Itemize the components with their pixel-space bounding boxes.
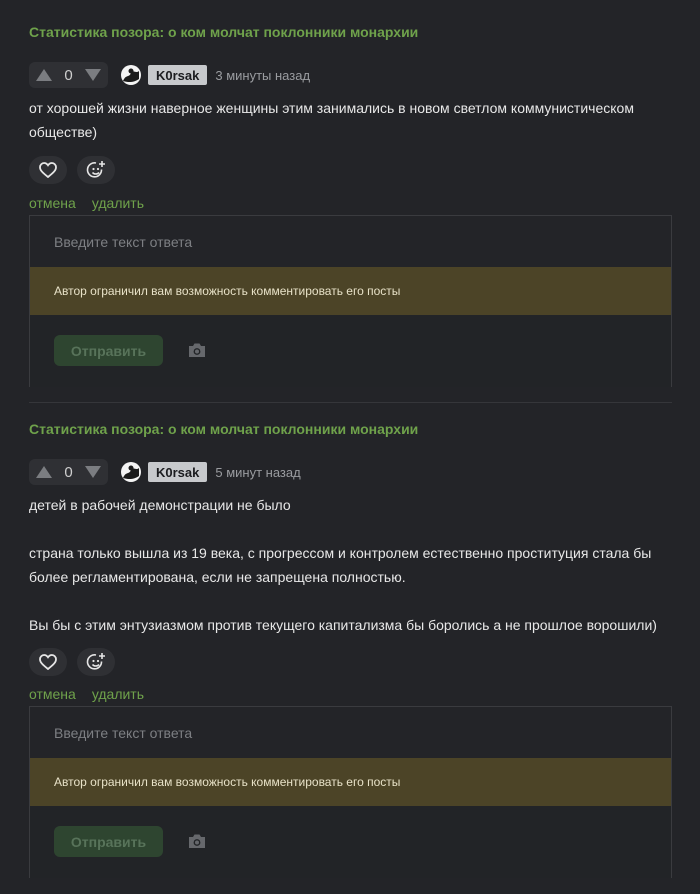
comment-text-gap (29, 589, 669, 613)
comment-meta: 0 K0rsak 5 минут назад (29, 459, 301, 485)
send-button[interactable]: Отправить (54, 335, 163, 366)
reactions (29, 648, 115, 676)
comment-meta: 0 K0rsak 3 минуты назад (29, 62, 310, 88)
comment-text: Вы бы с этим энтузиазмом против текущего… (29, 617, 657, 633)
reply-input[interactable] (30, 707, 671, 758)
comment-divider (29, 402, 672, 403)
avatar[interactable] (121, 462, 141, 482)
username-badge[interactable]: K0rsak (148, 65, 208, 85)
comment-actions: отмена удалить (29, 686, 144, 702)
reply-footer: Отправить (30, 806, 671, 878)
like-button[interactable] (29, 156, 67, 184)
avatar-icon (123, 465, 139, 480)
downvote-icon[interactable] (84, 463, 102, 481)
reply-footer: Отправить (30, 315, 671, 387)
emoji-react-button[interactable] (77, 156, 115, 184)
timestamp[interactable]: 3 минуты назад (215, 68, 310, 83)
post-title-link[interactable]: Статистика позора: о ком молчат поклонни… (29, 421, 418, 437)
comment-actions: отмена удалить (29, 195, 144, 211)
reactions (29, 156, 115, 184)
rating-value: 0 (64, 66, 73, 84)
comment-body: от хорошей жизни наверное женщины этим з… (29, 96, 669, 144)
comment-text-gap (29, 517, 669, 541)
comments-page: Статистика позора: о ком молчат поклонни… (0, 0, 700, 894)
emoji-add-icon (86, 161, 105, 178)
comment-text: страна только вышла из 19 века, с прогре… (29, 545, 652, 585)
downvote-icon[interactable] (84, 66, 102, 84)
comment-text: от хорошей жизни наверное женщины этим з… (29, 100, 634, 140)
avatar-icon (123, 68, 139, 83)
rating-control: 0 (29, 62, 108, 88)
username-badge[interactable]: K0rsak (148, 462, 208, 482)
timestamp[interactable]: 5 минут назад (215, 465, 300, 480)
heart-icon (39, 654, 57, 670)
rating-value: 0 (64, 463, 73, 481)
heart-icon (39, 162, 57, 178)
delete-link[interactable]: удалить (92, 195, 144, 211)
camera-icon[interactable] (188, 833, 206, 849)
emoji-add-icon (86, 653, 105, 670)
rating-control: 0 (29, 459, 108, 485)
restriction-notice: Автор ограничил вам возможность комменти… (30, 758, 671, 806)
cancel-link[interactable]: отмена (29, 686, 76, 702)
send-button[interactable]: Отправить (54, 826, 163, 857)
reply-form: Автор ограничил вам возможность комменти… (29, 706, 672, 878)
avatar[interactable] (121, 65, 141, 85)
upvote-icon[interactable] (35, 463, 53, 481)
delete-link[interactable]: удалить (92, 686, 144, 702)
restriction-notice: Автор ограничил вам возможность комменти… (30, 267, 671, 315)
emoji-react-button[interactable] (77, 648, 115, 676)
like-button[interactable] (29, 648, 67, 676)
cancel-link[interactable]: отмена (29, 195, 76, 211)
reply-input[interactable] (30, 216, 671, 267)
comment-text: детей в рабочей демонстрации не было (29, 497, 291, 513)
post-title-link[interactable]: Статистика позора: о ком молчат поклонни… (29, 24, 418, 40)
reply-form: Автор ограничил вам возможность комменти… (29, 215, 672, 387)
camera-icon[interactable] (188, 342, 206, 358)
comment-body: детей в рабочей демонстрации не было стр… (29, 493, 669, 637)
upvote-icon[interactable] (35, 66, 53, 84)
